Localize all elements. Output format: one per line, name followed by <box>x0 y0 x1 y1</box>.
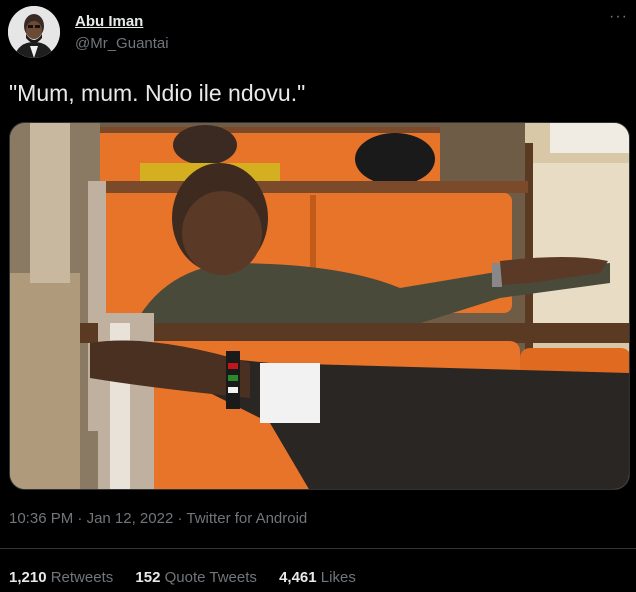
retweets-stat[interactable]: 1,210 Retweets <box>9 569 113 586</box>
tweet-meta: 10:36 PM · Jan 12, 2022 · Twitter for An… <box>9 510 307 527</box>
meta-separator: · <box>177 510 183 527</box>
meta-separator: · <box>77 510 83 527</box>
author-handle[interactable]: @Mr_Guantai <box>75 35 169 52</box>
tweet-date[interactable]: Jan 12, 2022 <box>87 510 174 527</box>
likes-stat[interactable]: 4,461 Likes <box>279 569 356 586</box>
more-options-icon[interactable]: ··· <box>609 9 628 25</box>
quote-tweets-stat[interactable]: 152 Quote Tweets <box>135 569 256 586</box>
tweet-time[interactable]: 10:36 PM <box>9 510 73 527</box>
author-name[interactable]: Abu Iman <box>75 13 143 30</box>
tweet-source[interactable]: Twitter for Android <box>186 510 307 527</box>
tweet-text: "Mum, mum. Ndio ile ndovu." <box>9 80 306 106</box>
tweet-photo[interactable] <box>9 122 630 490</box>
tweet-stats: 1,210 Retweets 152 Quote Tweets 4,461 Li… <box>9 569 374 586</box>
divider <box>0 548 636 549</box>
avatar[interactable] <box>8 6 60 58</box>
